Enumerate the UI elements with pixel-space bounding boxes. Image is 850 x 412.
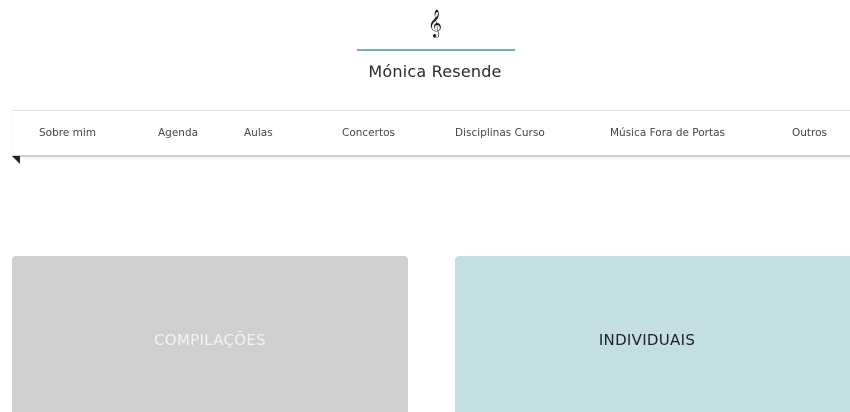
tile-compilacoes-label: COMPILAÇÕES (154, 331, 266, 349)
tile-compilacoes[interactable]: COMPILAÇÕES (12, 256, 408, 412)
nav-item-disciplinas-curso[interactable]: Disciplinas Curso (455, 111, 545, 155)
nav-ribbon-fold (12, 156, 20, 164)
nav-item-outros[interactable]: Outros (792, 111, 827, 155)
site-title[interactable]: Mónica Resende (0, 62, 850, 82)
nav-item-musica-fora-de-portas[interactable]: Música Fora de Portas (610, 111, 725, 155)
logo-divider (357, 49, 515, 51)
treble-clef-icon[interactable]: 𝄞 (0, 8, 850, 38)
nav-item-sobre-mim[interactable]: Sobre mim (39, 111, 96, 155)
nav-item-aulas[interactable]: Aulas (244, 111, 273, 155)
page: 𝄞 Mónica Resende Sobre mim Agenda Aulas … (0, 0, 850, 412)
tile-individuais[interactable]: INDIVIDUAIS (455, 256, 850, 412)
tile-individuais-label: INDIVIDUAIS (598, 331, 696, 349)
main-nav: Sobre mim Agenda Aulas Concertos Discipl… (12, 110, 850, 157)
nav-item-concertos[interactable]: Concertos (342, 111, 395, 155)
nav-item-agenda[interactable]: Agenda (158, 111, 198, 155)
